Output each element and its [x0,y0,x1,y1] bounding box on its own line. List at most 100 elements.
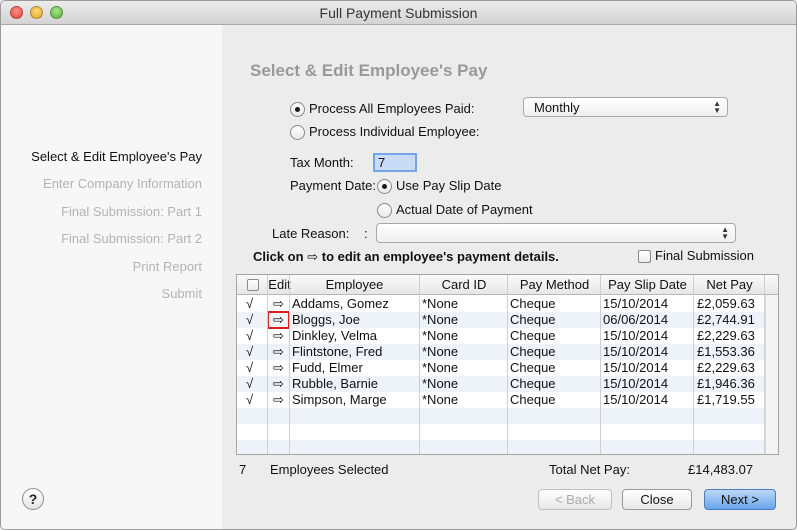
edit-arrow-icon[interactable]: ⇨ [268,392,289,408]
table-row[interactable]: √ ⇨ Dinkley, Velma *None Cheque 15/10/2014 £2,… [237,328,765,344]
window-title: Full Payment Submission [319,5,478,21]
edit-arrow-icon[interactable]: ⇨ [268,360,289,376]
pay-method: Cheque [510,312,556,327]
header-pay-slip-date[interactable]: Pay Slip Date [601,277,694,292]
employee-name: Rubble, Barnie [292,376,378,391]
actual-date-label: Actual Date of Payment [396,202,533,217]
selected-check-mark[interactable]: √ [246,328,253,344]
selected-check-mark[interactable]: √ [246,360,253,376]
pay-slip-date: 15/10/2014 [603,328,669,343]
table-row[interactable]: √ ⇨ Rubble, Barnie *None Cheque 15/10/2014 £1,… [237,376,765,392]
sidebar-step-select-edit-pay: Select & Edit Employee's Pay [31,149,202,164]
late-reason-colon: : [364,226,368,241]
selected-check-mark[interactable]: √ [246,296,253,312]
pay-slip-date: 15/10/2014 [603,296,669,311]
net-pay: £1,946.36 [697,376,755,391]
window: Full Payment Submission Select & Edit Em… [0,0,797,530]
header-card-id[interactable]: Card ID [420,277,508,292]
selected-count: 7 [239,462,247,477]
actual-date-radio[interactable] [377,203,392,218]
card-id: *None [422,392,459,407]
arrow-right-icon: ⇨ [307,249,319,264]
employee-name: Addams, Gomez [292,296,389,311]
table-row[interactable]: √ ⇨ Bloggs, Joe *None Cheque 06/06/2014 £2,744… [237,311,765,329]
use-pay-slip-date-radio[interactable] [377,179,392,194]
table-row [237,424,765,440]
column-divider [289,275,290,454]
tax-month-label: Tax Month: [290,155,354,170]
header-employee[interactable]: Employee [290,277,419,292]
selected-check-mark[interactable]: √ [246,392,253,408]
header-net-pay[interactable]: Net Pay [694,277,765,292]
table-row[interactable]: √ ⇨ Addams, Gomez *None Cheque 15/10/2014 £2,0… [237,296,765,312]
pay-frequency-value: Monthly [534,100,580,115]
pay-slip-date: 15/10/2014 [603,360,669,375]
employee-table: Edit Employee Card ID Pay Method Pay Sli… [236,274,779,455]
wizard-sidebar: Select & Edit Employee's Pay Enter Compa… [1,25,222,529]
header-pay-method[interactable]: Pay Method [508,277,601,292]
edit-arrow-icon[interactable]: ⇨ [268,296,289,312]
tax-month-input[interactable]: 7 [373,153,417,172]
net-pay: £2,229.63 [697,328,755,343]
total-net-pay-label: Total Net Pay: [549,462,630,477]
table-scrollbar[interactable] [765,295,778,454]
column-divider [507,275,508,454]
edit-arrow-icon[interactable]: ⇨ [268,328,289,344]
title-bar: Full Payment Submission [1,1,796,25]
next-button[interactable]: Next > [704,489,776,510]
card-id: *None [422,328,459,343]
sidebar-step-submit: Submit [161,286,202,301]
close-button[interactable]: Close [622,489,692,510]
process-all-radio[interactable] [290,102,305,117]
pay-method: Cheque [510,328,556,343]
employee-name: Bloggs, Joe [292,312,360,327]
pay-method: Cheque [510,392,556,407]
edit-arrow-icon[interactable]: ⇨ [268,344,289,360]
sidebar-step-print-report: Print Report [132,259,202,274]
late-reason-label: Late Reason: [272,226,350,241]
updown-arrows-icon: ▲ ▼ [713,99,721,115]
process-individual-label: Process Individual Employee: [309,124,480,139]
table-row[interactable]: √ ⇨ Fudd, Elmer *None Cheque 15/10/2014 £2,229… [237,360,765,376]
table-row[interactable]: √ ⇨ Flintstone, Fred *None Cheque 15/10/2014 £… [237,344,765,360]
process-all-label: Process All Employees Paid: [309,101,475,116]
column-divider [693,275,694,454]
late-reason-select[interactable]: ▲ ▼ [376,223,736,243]
instruction-text-before: Click on [253,249,304,264]
column-divider [419,275,420,454]
card-id: *None [422,296,459,311]
final-submission-label: Final Submission [655,248,754,263]
sidebar-step-final-part-1: Final Submission: Part 1 [61,204,202,219]
card-id: *None [422,376,459,391]
net-pay: £2,744.91 [697,312,755,327]
pay-slip-date: 15/10/2014 [603,376,669,391]
selected-check-mark[interactable]: √ [246,344,253,360]
selected-check-mark[interactable]: √ [246,376,253,392]
table-row [237,408,765,424]
card-id: *None [422,344,459,359]
help-button[interactable]: ? [22,488,44,510]
selected-label: Employees Selected [270,462,389,477]
process-individual-radio[interactable] [290,125,305,140]
sidebar-step-final-part-2: Final Submission: Part 2 [61,231,202,246]
card-id: *None [422,360,459,375]
pay-slip-date: 15/10/2014 [603,344,669,359]
edit-arrow-icon[interactable]: ⇨ [268,376,289,392]
instruction-text-after: to edit an employee's payment details. [321,249,559,264]
pay-method: Cheque [510,376,556,391]
pay-method: Cheque [510,296,556,311]
select-all-checkbox[interactable] [247,279,259,291]
pay-frequency-select[interactable]: Monthly ▲ ▼ [523,97,728,117]
selected-check-mark[interactable]: √ [246,312,253,328]
edit-arrow-icon[interactable]: ⇨ [267,311,290,329]
total-net-pay-value: £14,483.07 [688,462,754,477]
back-button[interactable]: < Back [538,489,612,510]
net-pay: £2,059.63 [697,296,755,311]
final-submission-checkbox[interactable] [638,250,651,263]
net-pay: £1,553.36 [697,344,755,359]
net-pay: £1,719.55 [697,392,755,407]
use-pay-slip-date-label: Use Pay Slip Date [396,178,502,193]
employee-name: Simpson, Marge [292,392,387,407]
table-row[interactable]: √ ⇨ Simpson, Marge *None Cheque 15/10/2014 £1,… [237,392,765,408]
header-edit[interactable]: Edit [268,277,291,292]
